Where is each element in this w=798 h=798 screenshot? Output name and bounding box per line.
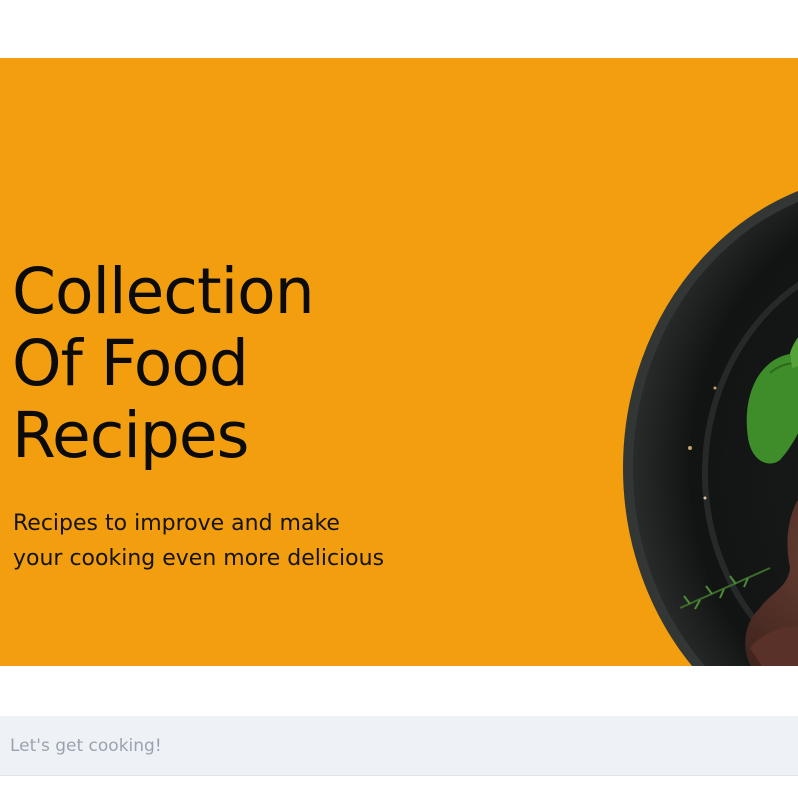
search-bar	[0, 716, 798, 776]
hero-subtitle-line: Recipes to improve and make	[13, 511, 340, 536]
hero-banner: Collection Of Food Recipes Recipes to im…	[0, 58, 798, 666]
search-input[interactable]	[0, 716, 798, 776]
food-plate-image	[620, 168, 798, 666]
hero-title-line: Collection	[12, 255, 315, 328]
hero-title-line: Recipes	[12, 399, 249, 472]
hero-title: Collection Of Food Recipes	[12, 256, 432, 472]
hero-title-line: Of Food	[12, 327, 249, 400]
page: Collection Of Food Recipes Recipes to im…	[0, 0, 798, 798]
hero-subtitle-line: your cooking even more delicious	[13, 546, 385, 571]
hero-subtitle: Recipes to improve and make your cooking…	[13, 506, 473, 576]
plate-illustration	[623, 191, 798, 666]
